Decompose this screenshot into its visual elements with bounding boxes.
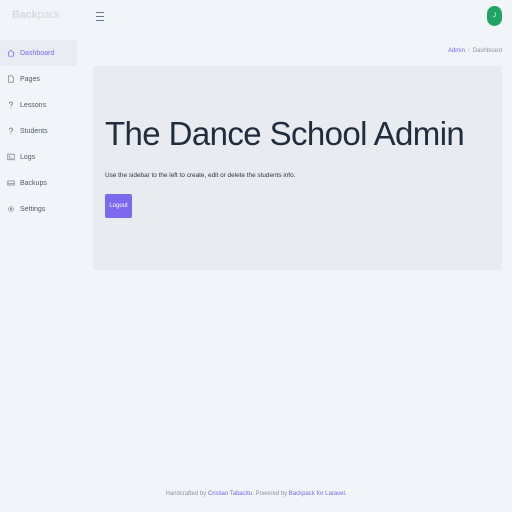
footer-powered-link[interactable]: Backpack for Laravel [289, 491, 345, 497]
sidebar-item-label: Dashboard [20, 49, 55, 57]
avatar-initial: J [493, 13, 496, 19]
sidebar-item-label: Students [20, 127, 48, 135]
footer-author-link[interactable]: Cristian Tabacitu [208, 491, 252, 497]
footer: Handcrafted by Cristian Tabacitu. Powere… [0, 491, 512, 497]
sidebar: Dashboard Pages Lessons Students Logs Ba… [0, 40, 77, 222]
sidebar-item-label: Logs [20, 153, 36, 161]
menu-toggle-icon[interactable] [96, 12, 104, 21]
logout-button[interactable]: Logout [105, 194, 132, 218]
footer-text: . Powered by [252, 491, 289, 497]
sidebar-item-students[interactable]: Students [0, 118, 77, 144]
file-icon [7, 75, 15, 83]
hdd-icon [7, 179, 15, 187]
question-icon [7, 101, 15, 109]
brand-logo[interactable]: Backpack [12, 9, 60, 21]
sidebar-item-label: Lessons [20, 101, 47, 109]
sidebar-item-label: Settings [20, 205, 46, 213]
breadcrumb: Admin / Dashboard [448, 48, 502, 54]
sidebar-item-backups[interactable]: Backups [0, 170, 77, 196]
top-bar: Backpack J [0, 0, 512, 34]
brand-logo-bold: Back [12, 9, 38, 21]
footer-text: . [344, 491, 347, 497]
sidebar-item-label: Pages [20, 75, 40, 83]
cog-icon [7, 205, 15, 213]
sidebar-item-lessons[interactable]: Lessons [0, 92, 77, 118]
page-description: Use the sidebar to the left to create, e… [105, 172, 296, 179]
question-icon [7, 127, 15, 135]
home-icon [7, 49, 15, 57]
sidebar-item-logs[interactable]: Logs [0, 144, 77, 170]
brand-logo-light: pack [37, 9, 61, 21]
sidebar-item-pages[interactable]: Pages [0, 66, 77, 92]
sidebar-item-settings[interactable]: Settings [0, 196, 77, 222]
user-avatar[interactable]: J [487, 6, 502, 26]
breadcrumb-current: Dashboard [472, 48, 502, 54]
footer-text: Handcrafted by [165, 491, 208, 497]
sidebar-item-dashboard[interactable]: Dashboard [0, 40, 77, 66]
page-title: The Dance School Admin [105, 115, 465, 152]
welcome-panel: The Dance School Admin Use the sidebar t… [93, 66, 502, 270]
sidebar-item-label: Backups [20, 179, 47, 187]
breadcrumb-admin-link[interactable]: Admin [448, 48, 465, 54]
terminal-icon [7, 153, 15, 161]
breadcrumb-separator: / [467, 48, 470, 54]
